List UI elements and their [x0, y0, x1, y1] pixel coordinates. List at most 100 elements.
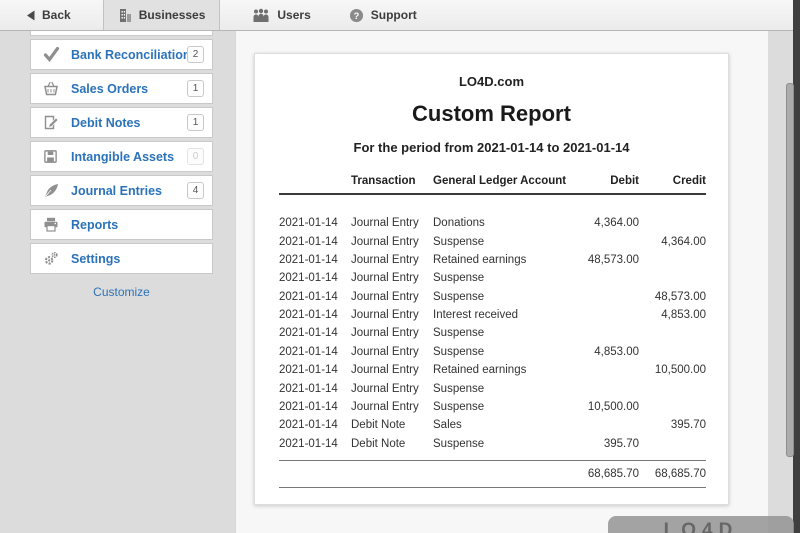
col-transaction: Transaction — [351, 171, 433, 194]
cell-debit — [573, 324, 639, 342]
cell-account: Suspense — [433, 269, 573, 287]
cell-credit — [639, 379, 706, 397]
tab-users[interactable]: Users — [246, 0, 316, 30]
cell-transaction: Journal Entry — [351, 343, 433, 361]
sidebar-item-debit-notes[interactable]: Debit Notes 1 — [30, 107, 213, 138]
cell-credit: 4,853.00 — [639, 306, 706, 324]
table-row: 2021-01-14 Journal Entry Suspense — [279, 379, 706, 397]
table-row: 2021-01-14 Journal Entry Retained earnin… — [279, 361, 706, 379]
count-badge: 4 — [187, 182, 204, 199]
cell-account: Suspense — [433, 435, 573, 453]
cell-transaction: Journal Entry — [351, 269, 433, 287]
cell-date: 2021-01-14 — [279, 398, 351, 416]
tab-businesses-label: Businesses — [139, 8, 206, 22]
check-icon — [43, 47, 61, 63]
cell-transaction: Journal Entry — [351, 306, 433, 324]
note-pencil-icon — [43, 115, 61, 131]
cell-debit — [573, 288, 639, 306]
sidebar-item-intangible-assets[interactable]: Intangible Assets 0 — [30, 141, 213, 172]
cell-date: 2021-01-14 — [279, 251, 351, 269]
cell-date: 2021-01-14 — [279, 232, 351, 250]
cell-account: Suspense — [433, 379, 573, 397]
table-row: 2021-01-14 Journal Entry Suspense — [279, 324, 706, 342]
sidebar-item-label: Intangible Assets — [71, 150, 187, 164]
cell-credit — [639, 214, 706, 232]
sidebar-item-label: Bank Reconciliations — [71, 48, 187, 62]
totals-row: 68,685.70 68,685.70 — [279, 461, 706, 488]
tab-support[interactable]: ? Support — [343, 0, 423, 30]
spacer-row — [279, 453, 706, 461]
sidebar-item-settings[interactable]: Settings — [30, 243, 213, 274]
cell-debit — [573, 416, 639, 434]
quill-icon — [43, 183, 61, 199]
count-badge: 0 — [187, 148, 204, 165]
sidebar-item-reports[interactable]: Reports — [30, 209, 213, 240]
table-row: 2021-01-14 Debit Note Suspense 395.70 — [279, 435, 706, 453]
cell-date: 2021-01-14 — [279, 214, 351, 232]
basket-icon — [43, 81, 61, 97]
cell-transaction: Journal Entry — [351, 398, 433, 416]
sidebar: Bank Reconciliations 2 Sales Orders 1 De… — [30, 31, 213, 299]
cell-date: 2021-01-14 — [279, 324, 351, 342]
total-debit: 68,685.70 — [573, 461, 639, 488]
cell-account: Interest received — [433, 306, 573, 324]
col-credit: Credit — [639, 171, 706, 194]
table-row: 2021-01-14 Journal Entry Suspense 48,573… — [279, 288, 706, 306]
report-table: Transaction General Ledger Account Debit… — [279, 171, 706, 488]
vertical-scrollbar-track[interactable] — [793, 0, 800, 533]
vertical-scrollbar-thumb[interactable] — [786, 83, 794, 457]
cell-account: Retained earnings — [433, 251, 573, 269]
cell-debit — [573, 379, 639, 397]
cell-account: Donations — [433, 214, 573, 232]
cell-date: 2021-01-14 — [279, 306, 351, 324]
cell-date: 2021-01-14 — [279, 288, 351, 306]
sidebar-item-label: Settings — [71, 252, 187, 266]
cell-debit: 395.70 — [573, 435, 639, 453]
back-button[interactable]: Back — [20, 0, 77, 30]
cell-transaction: Debit Note — [351, 416, 433, 434]
cell-debit — [573, 269, 639, 287]
count-badge: 2 — [187, 46, 204, 63]
cell-debit — [573, 232, 639, 250]
table-row: 2021-01-14 Journal Entry Donations 4,364… — [279, 214, 706, 232]
gears-icon — [43, 251, 61, 267]
col-date — [279, 171, 351, 194]
cell-debit: 4,364.00 — [573, 214, 639, 232]
sidebar-item-journal-entries[interactable]: Journal Entries 4 — [30, 175, 213, 206]
cell-date: 2021-01-14 — [279, 361, 351, 379]
cell-date: 2021-01-14 — [279, 435, 351, 453]
cell-debit: 4,853.00 — [573, 343, 639, 361]
total-credit: 68,685.70 — [639, 461, 706, 488]
cell-credit: 4,364.00 — [639, 232, 706, 250]
cell-credit: 10,500.00 — [639, 361, 706, 379]
report-title: Custom Report — [255, 101, 728, 127]
building-icon — [118, 8, 132, 23]
tab-support-label: Support — [371, 8, 417, 22]
cell-account: Suspense — [433, 398, 573, 416]
cell-transaction: Journal Entry — [351, 288, 433, 306]
svg-text:?: ? — [353, 10, 359, 20]
customize-link[interactable]: Customize — [30, 285, 213, 299]
cell-date: 2021-01-14 — [279, 379, 351, 397]
sidebar-item-sales-orders[interactable]: Sales Orders 1 — [30, 73, 213, 104]
cell-date: 2021-01-14 — [279, 416, 351, 434]
cell-credit — [639, 398, 706, 416]
sidebar-item-bank-reconciliations[interactable]: Bank Reconciliations 2 — [30, 39, 213, 70]
cell-date: 2021-01-14 — [279, 343, 351, 361]
printer-icon — [43, 217, 61, 233]
back-label: Back — [42, 8, 71, 22]
cell-credit — [639, 435, 706, 453]
sidebar-item-label: Reports — [71, 218, 187, 232]
cell-transaction: Journal Entry — [351, 361, 433, 379]
cell-date: 2021-01-14 — [279, 269, 351, 287]
cell-debit: 48,573.00 — [573, 251, 639, 269]
tab-businesses[interactable]: Businesses — [103, 0, 221, 30]
cell-credit — [639, 324, 706, 342]
users-icon — [252, 8, 270, 23]
question-circle-icon: ? — [349, 8, 364, 23]
cell-transaction: Journal Entry — [351, 379, 433, 397]
table-row: 2021-01-14 Journal Entry Suspense 4,364.… — [279, 232, 706, 250]
cell-account: Suspense — [433, 324, 573, 342]
table-row: 2021-01-14 Journal Entry Suspense 10,500… — [279, 398, 706, 416]
report-page: LO4D.com Custom Report For the period fr… — [254, 53, 729, 505]
